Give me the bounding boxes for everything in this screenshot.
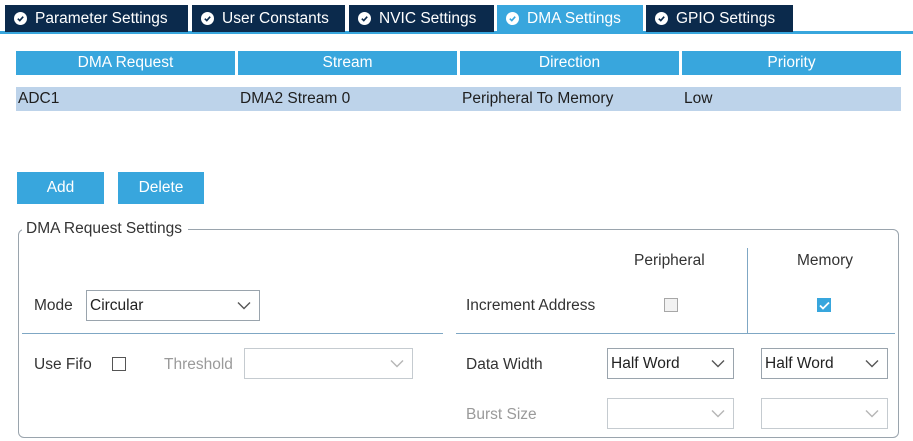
add-button[interactable]: Add [17,172,104,204]
threshold-label: Threshold [164,356,233,373]
chevron-down-icon [711,410,725,418]
use-fifo-checkbox[interactable] [112,357,126,371]
column-header-stream[interactable]: Stream [238,51,457,75]
column-header-dma-request[interactable]: DMA Request [16,51,235,75]
tab-label: NVIC Settings [379,9,477,27]
threshold-select[interactable] [244,348,413,379]
check-circle-icon [14,12,27,25]
tab-bar: Parameter Settings User Constants NVIC S… [0,0,913,35]
data-width-label: Data Width [466,356,543,373]
chevron-down-icon [865,360,879,368]
check-circle-icon [655,12,668,25]
increment-address-label: Increment Address [466,297,596,314]
check-circle-icon [201,12,214,25]
delete-button[interactable]: Delete [118,172,204,204]
tab-label: Parameter Settings [35,9,168,27]
burst-size-peripheral-select[interactable] [607,398,734,429]
column-header-direction[interactable]: Direction [460,51,679,75]
check-circle-icon [358,12,371,25]
mode-select[interactable]: Circular [86,290,260,321]
cell-stream[interactable]: DMA2 Stream 0 [238,87,460,111]
burst-size-memory-select[interactable] [761,398,888,429]
cell-direction[interactable]: Peripheral To Memory [460,87,682,111]
checkmark-icon [818,301,830,310]
column-divider [747,248,748,333]
data-width-memory-value: Half Word [765,354,834,372]
cell-priority[interactable]: Low [682,87,901,111]
chevron-down-icon [865,410,879,418]
dma-request-settings-legend: DMA Request Settings [22,220,188,238]
column-header-priority[interactable]: Priority [682,51,901,75]
data-width-peripheral-value: Half Word [611,354,680,372]
burst-size-label: Burst Size [466,406,537,423]
chevron-down-icon [711,360,725,368]
increment-peripheral-checkbox[interactable] [664,298,678,312]
tab-user-constants[interactable]: User Constants [192,5,345,32]
cell-dma-request[interactable]: ADC1 [16,87,238,111]
tab-gpio-settings[interactable]: GPIO Settings [646,5,793,32]
tab-label: User Constants [222,9,329,27]
mode-value: Circular [90,296,144,314]
tab-label: DMA Settings [527,9,621,27]
chevron-down-icon [390,360,404,368]
tab-dma-settings[interactable]: DMA Settings [497,5,643,32]
row-divider-left [22,333,443,334]
mode-label: Mode [34,297,73,314]
increment-memory-checkbox[interactable] [817,298,831,312]
peripheral-header: Peripheral [634,252,705,269]
tab-nvic-settings[interactable]: NVIC Settings [349,5,494,32]
chevron-down-icon [237,302,251,310]
data-width-memory-select[interactable]: Half Word [761,348,888,379]
row-divider-right [456,333,895,334]
tab-label: GPIO Settings [676,9,776,27]
tab-parameter-settings[interactable]: Parameter Settings [5,5,188,32]
data-width-peripheral-select[interactable]: Half Word [607,348,734,379]
memory-header: Memory [797,252,853,269]
check-circle-icon [506,12,519,25]
use-fifo-label: Use Fifo [34,356,92,373]
